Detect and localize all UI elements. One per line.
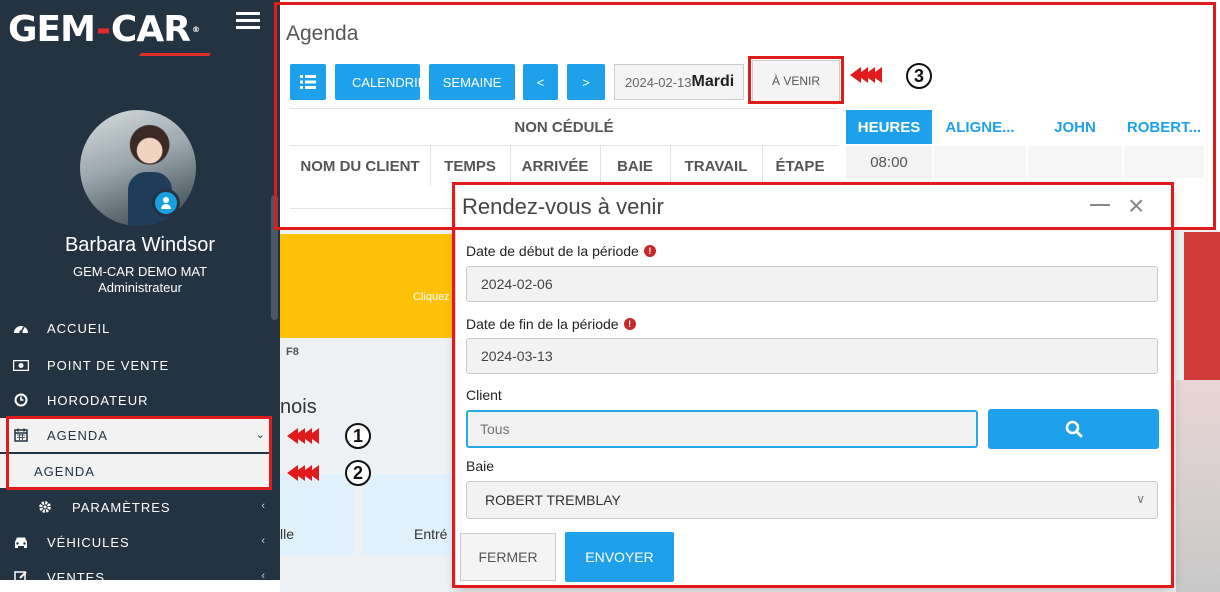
dashboard-card[interactable]: lle xyxy=(280,474,354,556)
clock-icon xyxy=(12,393,30,407)
money-icon xyxy=(12,358,30,372)
annotation-box-sidebar xyxy=(6,416,272,490)
edit-icon xyxy=(12,570,30,580)
annotation-number-2: 2 xyxy=(345,460,371,486)
dashboard-icon xyxy=(12,321,30,335)
chevron-left-icon: ‹ xyxy=(261,570,266,580)
annotation-box-upcoming xyxy=(748,56,844,104)
shortcut-label: F8 xyxy=(286,346,299,358)
user-icon[interactable] xyxy=(152,189,180,217)
annotation-number-1: 1 xyxy=(345,423,371,449)
sidebar-item-ventes[interactable]: VENTES ‹ xyxy=(0,560,272,580)
hamburger-icon[interactable] xyxy=(236,12,260,32)
annotation-box-modal xyxy=(452,182,1174,588)
background-strip-lower xyxy=(1176,380,1220,592)
car-icon xyxy=(12,535,30,549)
annotation-number-3: 3 xyxy=(906,63,932,89)
section-title-partial: nois xyxy=(280,396,317,418)
chevron-left-icon: ‹ xyxy=(261,535,266,547)
dashboard-card[interactable]: Entré xyxy=(362,474,456,556)
gear-icon xyxy=(36,500,54,514)
logo-swoosh xyxy=(139,53,211,56)
gem-car-logo[interactable]: GEM - CAR ® xyxy=(8,6,200,52)
sidebar-item-point-de-vente[interactable]: POINT DE VENTE xyxy=(0,348,272,382)
chevron-left-icon: ‹ xyxy=(261,500,266,512)
annotation-arrow-2 xyxy=(287,465,319,481)
banner-text: Cliquez xyxy=(413,291,450,303)
annotation-arrow-3 xyxy=(850,67,882,83)
background-strip xyxy=(1184,232,1220,380)
sidebar-item-vehicules[interactable]: VÉHICULES ‹ xyxy=(0,525,272,559)
dashboard-banner xyxy=(280,234,455,338)
sidebar-item-horodateur[interactable]: HORODATEUR xyxy=(0,383,272,417)
user-role: Administrateur xyxy=(98,280,182,295)
sidebar-item-parametres[interactable]: PARAMÈTRES ‹ xyxy=(0,490,272,524)
user-name: Barbara Windsor xyxy=(64,234,216,256)
sidebar-item-accueil[interactable]: ACCUEIL xyxy=(0,311,272,345)
annotation-arrow-1 xyxy=(287,428,319,444)
sidebar: GEM - CAR ® Barbara Windsor GEM-CAR DEMO MA… xyxy=(0,0,280,580)
user-company: GEM-CAR DEMO MAT xyxy=(72,264,208,279)
